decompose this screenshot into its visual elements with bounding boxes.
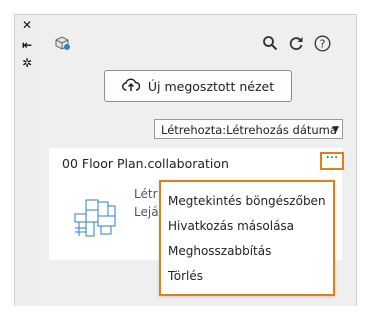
card-expires-label: Lejá [134,205,159,219]
close-icon[interactable]: ✕ [21,19,33,31]
card-created-label: Létr [134,187,158,201]
collapse-icon[interactable]: ⇤ [21,39,33,51]
torn-edge [0,306,369,327]
sort-selected-value: Létrehozta:Létrehozás dátuma [161,123,337,137]
context-menu: Megtekintés böngészőben Hivatkozás másol… [159,180,335,296]
sort-dropdown[interactable]: Létrehozta:Létrehozás dátuma ▼ [154,119,343,139]
svg-text:?: ? [319,37,325,50]
help-icon[interactable]: ? [312,33,332,53]
menu-item-view-in-browser[interactable]: Megtekintés böngészőben [168,194,326,208]
settings-icon[interactable]: ✲ [21,57,33,69]
menu-item-extend[interactable]: Meghosszabbítás [168,244,271,258]
card-meta: Létr Lejá [134,185,159,221]
new-shared-view-button[interactable]: Új megosztott nézet [104,70,292,102]
menu-item-copy-link[interactable]: Hivatkozás másolása [168,219,294,233]
new-shared-view-label: Új megosztott nézet [147,78,275,94]
floor-plan-thumbnail-icon [73,198,117,240]
card-title: 00 Floor Plan.collaboration [62,156,229,171]
cloud-upload-icon [121,78,141,95]
menu-item-delete[interactable]: Törlés [168,269,203,283]
app-logo-icon [52,33,72,53]
panel-side-strip: ✕ ⇤ ✲ [14,14,40,315]
refresh-icon[interactable] [286,33,306,53]
search-icon[interactable] [260,33,280,53]
chevron-down-icon: ▼ [332,125,339,135]
more-options-button[interactable]: ··· [320,152,344,170]
